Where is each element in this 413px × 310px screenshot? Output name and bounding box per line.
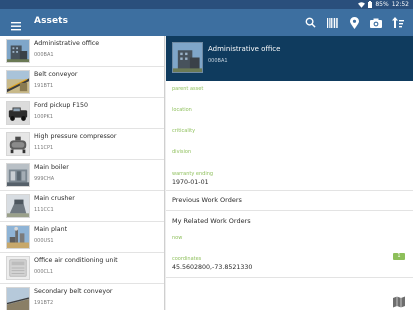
asset-detail-pane: Administrative office 000BA1 parent asse… <box>166 36 413 310</box>
menu-icon[interactable] <box>11 17 23 31</box>
asset-name: Office air conditioning unit <box>34 257 118 264</box>
criticality-label: criticality <box>172 128 196 134</box>
asset-name: Main crusher <box>34 195 75 202</box>
asset-thumbnail <box>6 256 30 280</box>
asset-list: Administrative office 000BA1 Belt convey… <box>0 36 165 310</box>
detail-asset-image <box>172 42 203 73</box>
list-item[interactable]: Ford pickup F150 100PK1 <box>0 98 164 129</box>
asset-thumbnail <box>6 70 30 94</box>
divider <box>166 210 413 211</box>
list-item[interactable]: Office air conditioning unit 000CL1 <box>0 253 164 284</box>
detail-title: Administrative office <box>208 45 281 53</box>
division-label: division <box>172 149 192 155</box>
asset-code: 191BT1 <box>34 83 54 89</box>
asset-code: 111CC1 <box>34 207 54 213</box>
asset-name: High pressure compressor <box>34 133 117 140</box>
search-icon[interactable] <box>299 9 321 36</box>
warranty-label: warranty ending <box>172 171 214 177</box>
status-bar: 85% 12:52 <box>0 0 413 9</box>
battery-icon <box>368 1 373 8</box>
warranty-value: 1970-01-01 <box>172 179 209 186</box>
divider <box>166 190 413 191</box>
asset-code: 111CP1 <box>34 145 54 151</box>
list-item[interactable]: Main crusher 111CC1 <box>0 191 164 222</box>
list-item[interactable]: High pressure compressor 111CP1 <box>0 129 164 160</box>
clock: 12:52 <box>391 1 409 8</box>
asset-thumbnail <box>6 287 30 310</box>
asset-name: Ford pickup F150 <box>34 102 89 109</box>
map-icon[interactable] <box>393 293 405 308</box>
asset-code: 000US1 <box>34 238 54 244</box>
asset-thumbnail <box>6 194 30 218</box>
previous-work-orders-link[interactable]: Previous Work Orders <box>172 196 242 204</box>
wifi-icon <box>358 1 366 8</box>
asset-name: Belt conveyor <box>34 71 78 78</box>
location-label: location <box>172 107 192 113</box>
related-count-badge: 1 <box>393 253 405 260</box>
list-item[interactable]: Belt conveyor 191BT1 <box>0 67 164 98</box>
camera-icon[interactable] <box>365 9 387 36</box>
asset-name: Administrative office <box>34 40 100 47</box>
coordinates-value: 45.5602800,-73.8521330 <box>172 264 253 271</box>
asset-thumbnail <box>6 225 30 249</box>
asset-thumbnail <box>6 163 30 187</box>
asset-name: Main plant <box>34 226 68 233</box>
divider <box>166 277 413 278</box>
detail-header: Administrative office 000BA1 <box>166 36 413 81</box>
barcode-icon[interactable] <box>321 9 343 36</box>
related-work-orders-link[interactable]: My Related Work Orders <box>172 217 251 225</box>
asset-thumbnail <box>6 132 30 156</box>
list-item[interactable]: Administrative office 000BA1 <box>0 36 164 67</box>
toolbar-actions <box>299 9 409 36</box>
location-pin-icon[interactable] <box>343 9 365 36</box>
asset-code: 000BA1 <box>34 52 54 58</box>
asset-code: 100PK1 <box>34 114 54 120</box>
asset-code: 191BT2 <box>34 300 54 306</box>
coordinates-label: coordinates <box>172 256 202 262</box>
sort-icon[interactable] <box>387 9 409 36</box>
list-item[interactable]: Main plant 000US1 <box>0 222 164 253</box>
now-label: now <box>172 235 183 241</box>
page-title: Assets <box>34 16 69 26</box>
battery-percent: 85% <box>375 1 389 8</box>
asset-name: Secondary belt conveyor <box>34 288 113 295</box>
parent-asset-label: parent asset <box>172 86 204 92</box>
asset-code: 000CL1 <box>34 269 54 275</box>
asset-thumbnail <box>6 101 30 125</box>
status-icons: 85% 12:52 <box>358 0 409 9</box>
asset-thumbnail <box>6 39 30 63</box>
asset-code: 999CHA <box>34 176 55 182</box>
app-bar: Assets <box>0 9 413 36</box>
detail-code: 000BA1 <box>208 58 228 64</box>
asset-name: Main boiler <box>34 164 69 171</box>
list-item[interactable]: Secondary belt conveyor 191BT2 <box>0 284 164 310</box>
list-item[interactable]: Main boiler 999CHA <box>0 160 164 191</box>
